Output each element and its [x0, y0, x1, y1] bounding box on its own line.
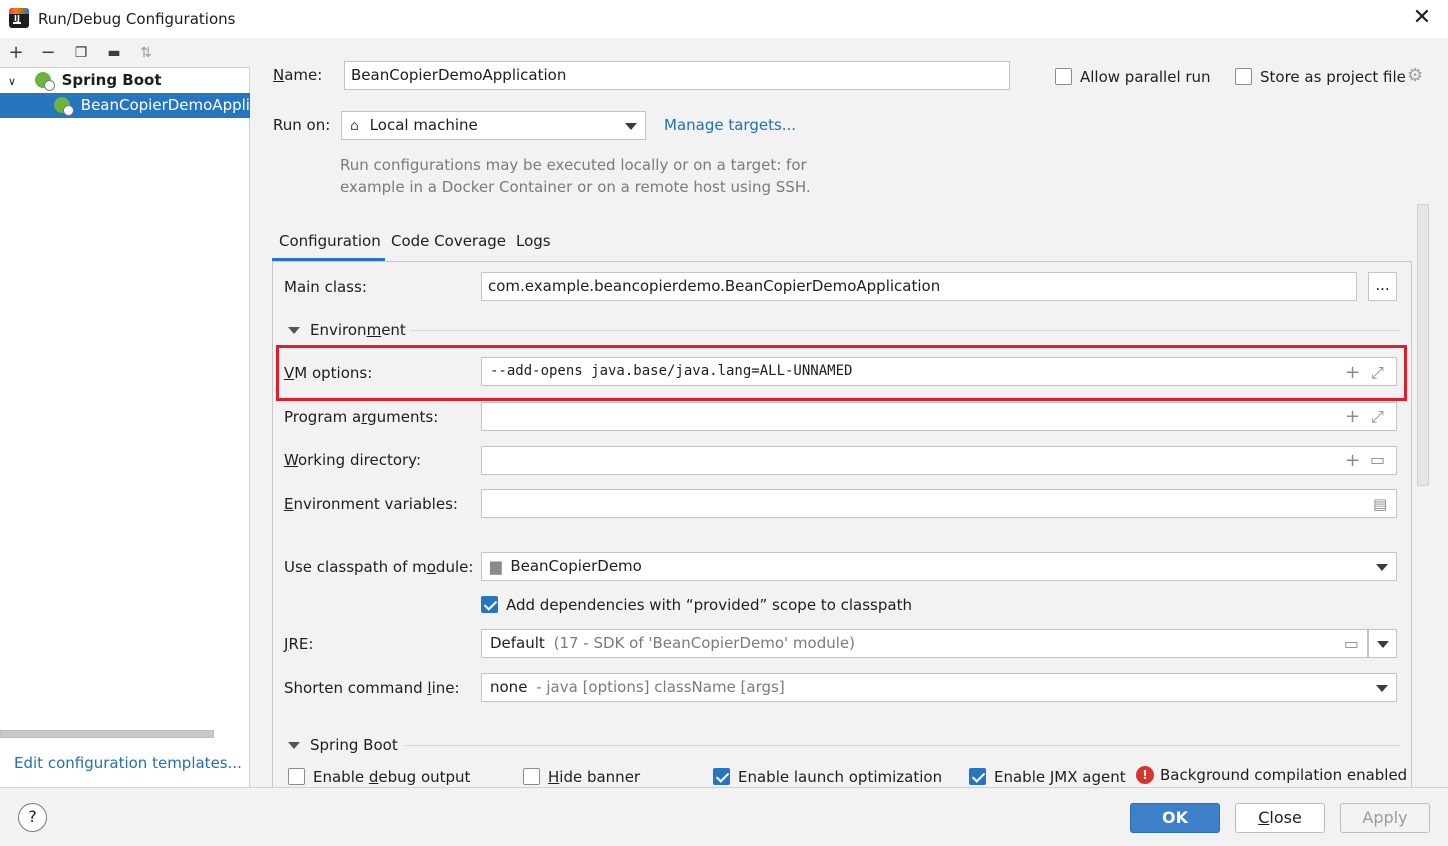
chevron-down-icon [1376, 685, 1388, 692]
allow-parallel-run-label: Allow parallel run [1080, 68, 1211, 86]
classpath-module-value: BeanCopierDemo [510, 557, 642, 575]
intellij-app-icon: IJ [9, 8, 29, 28]
allow-parallel-run-checkbox[interactable] [1055, 68, 1072, 85]
spring-boot-app-icon [54, 97, 74, 116]
run-on-value: Local machine [369, 116, 478, 134]
edit-configuration-templates-link[interactable]: Edit configuration templates... [14, 754, 242, 772]
environment-variables-field[interactable] [481, 489, 1397, 518]
program-arguments-field[interactable] [481, 402, 1397, 431]
store-as-project-file-label: Store as project file [1260, 68, 1406, 86]
name-label: Name: [273, 66, 323, 84]
add-icon[interactable]: + [1345, 408, 1360, 426]
copy-icon[interactable]: ❐ [70, 42, 92, 64]
vm-options-highlight [276, 345, 1407, 401]
document-icon[interactable]: ▤ [1373, 495, 1387, 513]
tree-item-label: Spring Boot [61, 71, 162, 89]
tree-horizontal-scrollbar[interactable] [0, 730, 214, 738]
browse-main-class-button[interactable]: ... [1368, 272, 1397, 301]
move-to-folder-icon[interactable]: ▬ [103, 42, 125, 64]
tree-item-label: BeanCopierDemoApplication [80, 96, 250, 114]
bottom-separator [0, 787, 1448, 788]
run-on-label: Run on: [273, 116, 331, 134]
jre-dropdown-button[interactable] [1368, 629, 1397, 658]
collapse-environment-icon[interactable] [288, 327, 300, 334]
environment-separator [410, 330, 1400, 331]
add-dependencies-label: Add dependencies with “provided” scope t… [506, 596, 912, 614]
jre-value: Default [490, 634, 545, 652]
working-directory-label: Working directory: [284, 451, 422, 469]
configuration-panel [272, 261, 1412, 788]
tab-logs[interactable]: Logs [516, 232, 551, 250]
close-window-icon[interactable]: ✕ [1408, 4, 1436, 32]
sort-icon[interactable]: ⇅ [135, 42, 157, 64]
hide-banner-label: Hide banner [548, 768, 641, 786]
name-field[interactable]: BeanCopierDemoApplication [344, 61, 1010, 90]
main-class-label: Main class: [284, 278, 367, 296]
spring-boot-separator [405, 745, 1400, 746]
run-on-dropdown[interactable]: ⌂ Local machine [341, 111, 646, 140]
tree-item-beancopierdemoapplication[interactable]: BeanCopierDemoApplication [0, 93, 250, 118]
module-folder-icon: ▆ [490, 557, 502, 575]
tab-configuration[interactable]: Configuration [279, 232, 381, 250]
add-icon[interactable]: + [5, 42, 27, 64]
remove-icon[interactable]: − [37, 42, 59, 64]
apply-button[interactable]: Apply [1340, 803, 1430, 833]
environment-variables-label: Environment variables: [284, 495, 458, 513]
chevron-down-icon [625, 123, 637, 130]
enable-debug-output-checkbox[interactable] [288, 768, 305, 785]
spring-boot-icon [34, 72, 55, 91]
tree-toolbar: + − ❐ ▬ ⇅ [0, 38, 250, 68]
shorten-command-line-dropdown[interactable]: none - java [options] className [args] [481, 673, 1397, 702]
working-directory-field[interactable] [481, 446, 1397, 475]
enable-launch-optimization-checkbox[interactable] [713, 768, 730, 785]
program-arguments-label: Program arguments: [284, 408, 439, 426]
folder-icon[interactable]: ▭ [1344, 630, 1359, 657]
store-as-project-file-checkbox[interactable] [1235, 68, 1252, 85]
add-icon[interactable]: + [1345, 452, 1360, 470]
hide-banner-checkbox[interactable] [523, 768, 540, 785]
home-icon: ⌂ [350, 118, 359, 134]
jre-field[interactable]: Default (17 - SDK of 'BeanCopierDemo' mo… [481, 629, 1368, 658]
add-dependencies-checkbox[interactable] [481, 596, 498, 613]
error-icon: ! [1136, 766, 1154, 784]
gear-icon[interactable]: ⚙ [1407, 65, 1423, 86]
chevron-down-icon: ∨ [8, 75, 17, 88]
environment-header: Environment [310, 321, 406, 339]
expand-icon[interactable]: ⤢ [1371, 408, 1384, 426]
configurations-tree-panel [0, 38, 250, 788]
collapse-spring-boot-icon[interactable] [288, 742, 300, 749]
classpath-module-dropdown[interactable]: ▆ BeanCopierDemo [481, 552, 1397, 581]
tab-code-coverage[interactable]: Code Coverage [391, 232, 506, 250]
run-hint-line-1: Run configurations may be executed local… [340, 156, 807, 174]
shorten-command-line-label: Shorten command line: [284, 679, 460, 697]
shorten-hint: - java [options] className [args] [536, 678, 785, 696]
folder-icon[interactable]: ▭ [1370, 451, 1385, 469]
spring-boot-header: Spring Boot [310, 736, 398, 754]
enable-jmx-agent-checkbox[interactable] [969, 768, 986, 785]
jre-label: JRE: [284, 635, 314, 653]
run-hint-line-2: example in a Docker Container or on a re… [340, 178, 811, 196]
enable-debug-output-label: Enable debug output [313, 768, 471, 786]
tree-item-spring-boot[interactable]: ∨ Spring Boot [0, 68, 250, 93]
shorten-value: none [490, 678, 528, 696]
jre-hint: (17 - SDK of 'BeanCopierDemo' module) [553, 634, 855, 652]
close-button[interactable]: Close [1235, 803, 1325, 833]
main-class-field[interactable]: com.example.beancopierdemo.BeanCopierDem… [481, 272, 1357, 301]
ok-button[interactable]: OK [1130, 803, 1220, 833]
chevron-down-icon [1376, 564, 1388, 571]
classpath-label: Use classpath of module: [284, 558, 474, 576]
vertical-scrollbar[interactable] [1417, 204, 1429, 486]
chevron-down-icon [1377, 641, 1389, 648]
window-title: Run/Debug Configurations [38, 10, 236, 28]
background-compilation-label: Background compilation enabled [1160, 766, 1408, 784]
manage-targets-link[interactable]: Manage targets... [664, 116, 796, 134]
enable-launch-optimization-label: Enable launch optimization [738, 768, 943, 786]
help-button[interactable]: ? [18, 803, 47, 832]
enable-jmx-agent-label: Enable JMX agent [994, 768, 1126, 786]
